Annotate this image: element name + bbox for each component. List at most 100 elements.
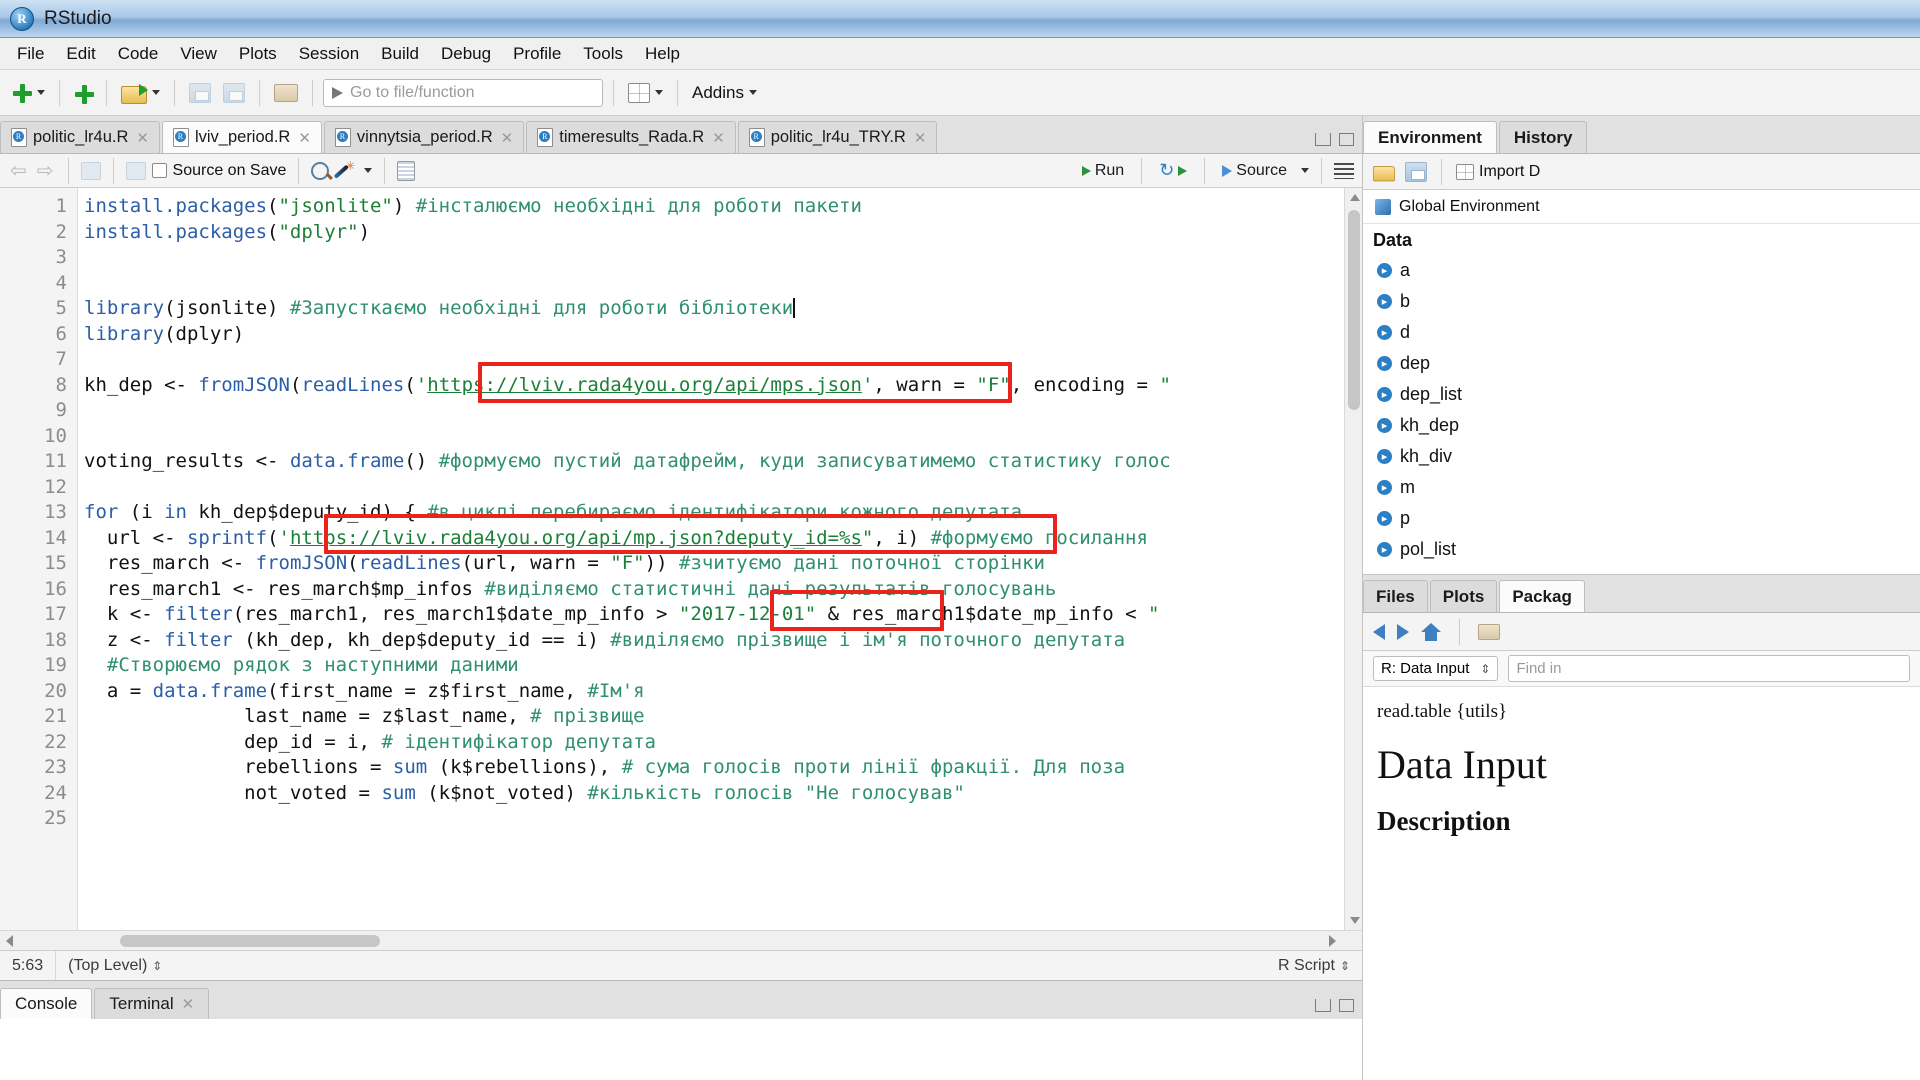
load-workspace-icon[interactable] [1373, 163, 1395, 180]
compile-report-icon[interactable] [397, 161, 415, 181]
print-button[interactable] [270, 81, 302, 105]
environment-variable-row[interactable]: ▸b [1363, 286, 1920, 317]
code-line[interactable] [84, 475, 1362, 501]
expand-icon[interactable]: ▸ [1377, 294, 1392, 309]
code-line[interactable]: install.packages("dplyr") [84, 220, 1362, 246]
new-project-button[interactable] [70, 81, 96, 105]
menu-edit[interactable]: Edit [55, 40, 106, 68]
code-line[interactable] [84, 347, 1362, 373]
code-line[interactable]: rebellions = sum (k$rebellions), # сума … [84, 755, 1362, 781]
find-replace-icon[interactable] [311, 162, 329, 180]
scroll-right-icon[interactable] [1329, 935, 1336, 947]
new-file-button[interactable] [8, 80, 49, 106]
code-line[interactable]: kh_dep <- fromJSON(readLines('https://lv… [84, 373, 1362, 399]
workspace-panes-button[interactable] [624, 80, 667, 106]
scope-selector[interactable]: (Top Level) ⇕ [56, 951, 174, 980]
scrollbar-thumb[interactable] [1348, 210, 1360, 410]
menu-session[interactable]: Session [288, 40, 370, 68]
forward-arrow-icon[interactable]: ⇨ [35, 158, 56, 183]
code-line[interactable]: library(dplyr) [84, 322, 1362, 348]
menu-tools[interactable]: Tools [572, 40, 634, 68]
source-tab-politic-lr4u-try[interactable]: politic_lr4u_TRY.R ✕ [738, 121, 938, 153]
environment-variable-row[interactable]: ▸kh_dep [1363, 410, 1920, 441]
tab-files[interactable]: Files [1363, 580, 1428, 612]
source-tab-politic-lr4u[interactable]: politic_lr4u.R ✕ [0, 121, 160, 153]
code-line[interactable] [84, 806, 1362, 832]
menu-view[interactable]: View [169, 40, 228, 68]
save-all-button[interactable] [219, 80, 249, 106]
console-output[interactable] [0, 1019, 1362, 1080]
environment-variable-list[interactable]: ▸a▸b▸d▸dep▸dep_list▸kh_dep▸kh_div▸m▸p▸po… [1363, 255, 1920, 575]
menu-help[interactable]: Help [634, 40, 691, 68]
addins-button[interactable]: Addins [688, 80, 761, 106]
rerun-button[interactable]: ↻ [1154, 158, 1192, 183]
editor-vertical-scrollbar[interactable] [1344, 188, 1362, 930]
minimize-pane-icon[interactable] [1315, 133, 1331, 146]
source-tab-lviv-period[interactable]: lviv_period.R ✕ [162, 121, 322, 153]
close-icon[interactable]: ✕ [710, 129, 725, 147]
tab-environment[interactable]: Environment [1363, 121, 1497, 153]
environment-variable-row[interactable]: ▸kh_div [1363, 441, 1920, 472]
chevron-down-icon[interactable] [364, 168, 372, 173]
save-document-icon[interactable] [126, 162, 146, 180]
source-on-save-checkbox[interactable] [152, 163, 167, 178]
expand-icon[interactable]: ▸ [1377, 387, 1392, 402]
close-icon[interactable]: ✕ [180, 995, 195, 1013]
code-line[interactable]: url <- sprintf('https://lviv.rada4you.or… [84, 526, 1362, 552]
global-environment-selector[interactable]: Global Environment [1363, 190, 1920, 224]
tab-terminal[interactable]: Terminal ✕ [94, 988, 209, 1019]
expand-icon[interactable]: ▸ [1377, 511, 1392, 526]
close-icon[interactable]: ✕ [499, 129, 514, 147]
code-line[interactable]: library(jsonlite) #Запусткаємо необхідні… [84, 296, 1362, 322]
environment-variable-row[interactable]: ▸a [1363, 255, 1920, 286]
scroll-left-icon[interactable] [6, 935, 13, 947]
source-options-chevron-icon[interactable] [1301, 168, 1309, 173]
code-line[interactable] [84, 424, 1362, 450]
expand-icon[interactable]: ▸ [1377, 418, 1392, 433]
run-button[interactable]: Run [1077, 160, 1129, 182]
help-print-icon[interactable] [1478, 624, 1500, 640]
tab-console[interactable]: Console [0, 988, 92, 1019]
tab-plots[interactable]: Plots [1430, 580, 1498, 612]
menu-code[interactable]: Code [107, 40, 170, 68]
file-type-selector[interactable]: R Script ⇕ [1266, 951, 1362, 980]
code-line[interactable]: res_march <- fromJSON(readLines(url, war… [84, 551, 1362, 577]
environment-variable-row[interactable]: ▸m [1363, 472, 1920, 503]
environment-variable-row[interactable]: ▸p [1363, 503, 1920, 534]
close-icon[interactable]: ✕ [912, 129, 927, 147]
goto-file-function-input[interactable]: Go to file/function [323, 79, 603, 107]
code-line[interactable]: install.packages("jsonlite") #інсталюємо… [84, 194, 1362, 220]
menu-plots[interactable]: Plots [228, 40, 288, 68]
code-line[interactable]: not_voted = sum (k$not_voted) #кількість… [84, 781, 1362, 807]
code-line[interactable]: for (i in kh_dep$deputy_id) { #в циклі п… [84, 500, 1362, 526]
environment-variable-row[interactable]: ▸d [1363, 317, 1920, 348]
code-line[interactable]: k <- filter(res_march1, res_march1$date_… [84, 602, 1362, 628]
maximize-pane-icon[interactable] [1339, 999, 1354, 1012]
code-line[interactable]: dep_id = i, # ідентифікатор депутата [84, 730, 1362, 756]
save-button[interactable] [185, 80, 215, 106]
expand-icon[interactable]: ▸ [1377, 542, 1392, 557]
scroll-down-icon[interactable] [1350, 917, 1360, 924]
close-icon[interactable]: ✕ [134, 129, 149, 147]
back-arrow-icon[interactable]: ⇦ [8, 158, 29, 183]
save-workspace-icon[interactable] [1405, 162, 1427, 182]
close-icon[interactable]: ✕ [296, 129, 311, 147]
menu-file[interactable]: File [6, 40, 55, 68]
environment-variable-row[interactable]: ▸pol_list [1363, 534, 1920, 565]
show-in-new-window-icon[interactable] [81, 162, 101, 180]
code-line[interactable]: #Створюємо рядок з наступними даними [84, 653, 1362, 679]
help-home-icon[interactable] [1421, 623, 1441, 641]
help-back-icon[interactable] [1373, 624, 1385, 640]
help-topic-select[interactable]: R: Data Input ⇕ [1373, 656, 1498, 681]
expand-icon[interactable]: ▸ [1377, 263, 1392, 278]
source-button[interactable]: Source [1217, 160, 1292, 182]
source-tab-vinnytsia-period[interactable]: vinnytsia_period.R ✕ [324, 121, 524, 153]
editor-horizontal-scrollbar[interactable] [0, 930, 1362, 950]
import-dataset-button[interactable]: Import D [1456, 163, 1540, 181]
expand-icon[interactable]: ▸ [1377, 325, 1392, 340]
tab-packages[interactable]: Packag [1499, 580, 1585, 612]
hscrollbar-thumb[interactable] [120, 935, 380, 947]
menu-profile[interactable]: Profile [502, 40, 572, 68]
code-line[interactable]: last_name = z$last_name, # прізвище [84, 704, 1362, 730]
tab-history[interactable]: History [1499, 121, 1588, 153]
